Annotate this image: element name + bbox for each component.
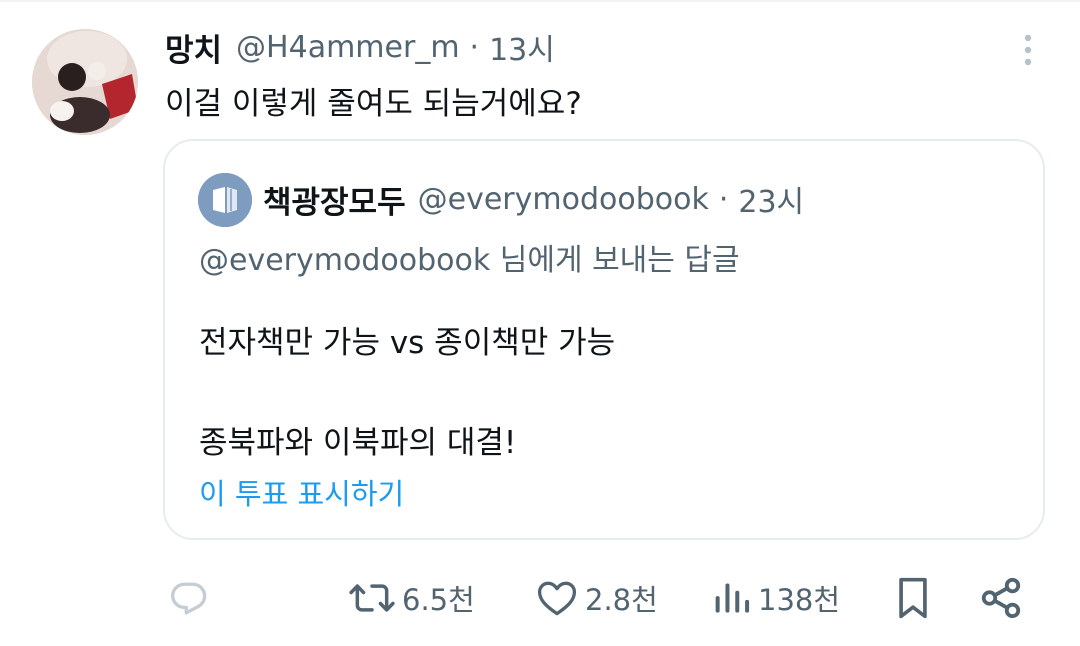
views-button[interactable]: 138천	[712, 570, 840, 626]
author-handle[interactable]: @H4ammer_m	[236, 30, 460, 65]
retweet-count: 6.5천	[402, 583, 475, 617]
views-count: 138천	[758, 583, 841, 617]
views-icon	[715, 583, 750, 613]
heart-icon	[537, 581, 577, 616]
top-divider	[0, 0, 1080, 2]
book-logo-icon	[198, 173, 252, 227]
quoted-tweet-card[interactable]: 책광장모두 @everymodoobook · 23시 @everymodoob…	[163, 139, 1045, 540]
quoted-separator-dot: ·	[718, 181, 729, 217]
reply-button[interactable]	[167, 570, 211, 626]
tweet-header: 망치 @H4ammer_m · 13시	[165, 24, 555, 70]
quoted-avatar[interactable]	[198, 173, 252, 227]
separator-dot: ·	[469, 29, 480, 65]
quoted-author-name[interactable]: 책광장모두	[263, 177, 406, 222]
quoted-time[interactable]: 23시	[738, 177, 804, 221]
reply-icon	[171, 582, 207, 615]
bookmark-button[interactable]	[891, 570, 935, 626]
author-name[interactable]: 망치	[165, 25, 222, 70]
show-poll-link[interactable]: 이 투표 표시하기	[199, 471, 404, 513]
quoted-text-line-1: 전자책만 가능 vs 종이책만 가능	[199, 325, 616, 361]
avatar-image	[32, 29, 138, 135]
tweet-time[interactable]: 13시	[489, 25, 555, 69]
more-vertical-icon	[1024, 34, 1032, 66]
reply-context: @everymodoobook 님에게 보내는 답글	[199, 243, 740, 278]
bookmark-icon	[899, 577, 927, 619]
avatar[interactable]	[32, 29, 138, 135]
more-options-button[interactable]	[1010, 30, 1046, 70]
quoted-author-handle[interactable]: @everymodoobook	[418, 182, 709, 217]
quoted-text-line-2: 종북파와 이북파의 대결!	[199, 425, 517, 461]
quoted-header: 책광장모두 @everymodoobook · 23시	[263, 175, 804, 223]
retweet-button[interactable]: 6.5천	[348, 570, 475, 626]
tweet-text: 이걸 이렇게 줄여도 되늠거에요?	[165, 86, 582, 122]
share-button[interactable]	[978, 570, 1024, 626]
retweet-icon	[349, 584, 395, 612]
share-icon	[981, 577, 1021, 619]
like-count: 2.8천	[585, 583, 658, 617]
like-button[interactable]: 2.8천	[535, 570, 658, 626]
action-bar: 6.5천 2.8천 138천	[0, 570, 1080, 626]
